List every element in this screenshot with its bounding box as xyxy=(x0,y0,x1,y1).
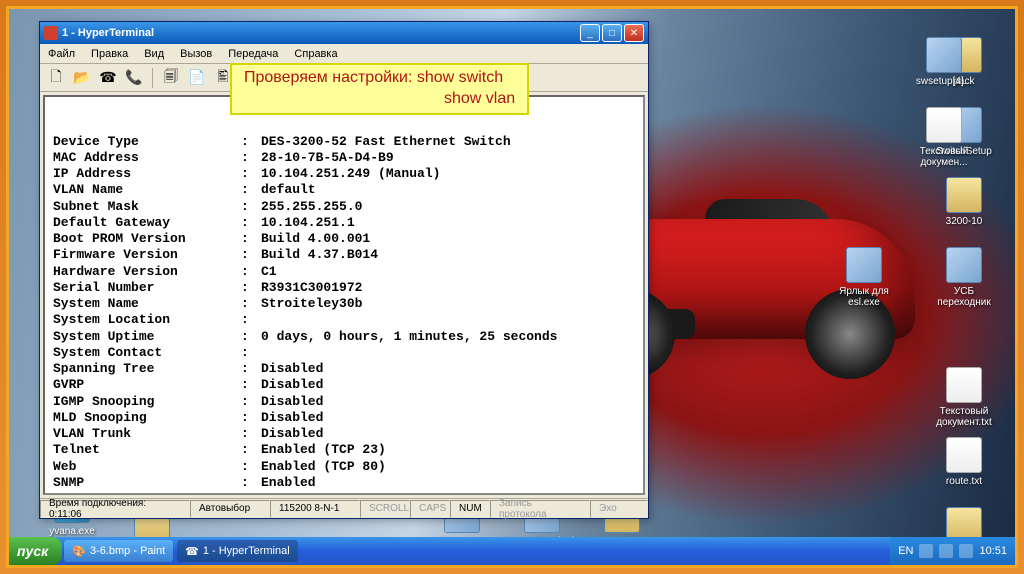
terminal-row: Subnet Mask: 255.255.255.0 xyxy=(53,199,635,215)
desktop-icon-textdoc[interactable]: Текстовый документ.txt xyxy=(929,367,999,428)
toolbar-open-icon[interactable]: 📂 xyxy=(72,68,92,88)
toolbar-new-icon[interactable]: 🗋 xyxy=(46,68,66,88)
toolbar-call-icon[interactable]: 📞 xyxy=(124,68,144,88)
status-connection-time: Время подключения: 0:11:06 xyxy=(40,500,190,518)
terminal-row: VLAN Name: default xyxy=(53,182,635,198)
maximize-button[interactable]: □ xyxy=(602,24,622,42)
statusbar: Время подключения: 0:11:06 Автовыбор 115… xyxy=(40,498,648,518)
status-caps: CAPS xyxy=(410,500,450,518)
status-echo: Эхо xyxy=(590,500,648,518)
menu-transfer[interactable]: Передача xyxy=(224,46,282,62)
app-icon xyxy=(44,26,58,40)
toolbar-disconnect-icon[interactable]: ☎ xyxy=(98,68,118,88)
terminal-row: IGMP Snooping: Disabled xyxy=(53,394,635,410)
terminal-row: SNMP: Enabled xyxy=(53,475,635,491)
minimize-button[interactable]: _ xyxy=(580,24,600,42)
terminal-output[interactable]: Device Type: DES-3200-52 Fast Ethernet S… xyxy=(43,95,645,495)
close-button[interactable]: ✕ xyxy=(624,24,644,42)
desktop-icon-3200-10[interactable]: 3200-10 xyxy=(929,177,999,227)
terminal-row: MAC Address: 28-10-7B-5A-D4-B9 xyxy=(53,150,635,166)
menu-edit[interactable]: Правка xyxy=(87,46,132,62)
terminal-row: Default Gateway: 10.104.251.1 xyxy=(53,215,635,231)
terminal-row: System Location: xyxy=(53,312,635,328)
desktop-icon-esl[interactable]: Ярлык для esl.exe xyxy=(829,247,899,308)
window-title: 1 - HyperTerminal xyxy=(62,27,580,39)
taskbar-item-hyperterminal[interactable]: ☎1 - HyperTerminal xyxy=(177,540,298,562)
terminal-row: Device Type: DES-3200-52 Fast Ethernet S… xyxy=(53,134,635,150)
terminal-row: System Uptime: 0 days, 0 hours, 1 minute… xyxy=(53,329,635,345)
menu-call[interactable]: Вызов xyxy=(176,46,216,62)
desktop-icon-swsetup4[interactable]: swsetup[4]... xyxy=(909,37,979,87)
terminal-row: Firmware Version: Build 4.37.B014 xyxy=(53,247,635,263)
menu-view[interactable]: Вид xyxy=(140,46,168,62)
terminal-row: System Contact: xyxy=(53,345,635,361)
terminal-row: IP Address: 10.104.251.249 (Manual) xyxy=(53,166,635,182)
terminal-row: VLAN Trunk: Disabled xyxy=(53,426,635,442)
terminal-row: Boot PROM Version: Build 4.00.001 xyxy=(53,231,635,247)
terminal-row: GVRP: Disabled xyxy=(53,377,635,393)
hyperterminal-window: 1 - HyperTerminal _ □ ✕ Файл Правка Вид … xyxy=(39,21,649,519)
status-protocol: Запись протокола xyxy=(490,500,590,518)
menubar: Файл Правка Вид Вызов Передача Справка xyxy=(40,44,648,64)
desktop-icon-usb[interactable]: УСБ переходник xyxy=(929,247,999,308)
status-auto: Автовыбор xyxy=(190,500,270,518)
terminal-row: Telnet: Enabled (TCP 23) xyxy=(53,442,635,458)
menu-help[interactable]: Справка xyxy=(290,46,341,62)
terminal-row: System Name: Stroiteley30b xyxy=(53,296,635,312)
toolbar-send-icon[interactable]: 🗐 xyxy=(161,68,181,88)
tray-icon[interactable] xyxy=(959,544,973,558)
status-scroll: SCROLL xyxy=(360,500,410,518)
system-tray[interactable]: EN 10:51 xyxy=(890,537,1015,565)
status-params: 115200 8-N-1 xyxy=(270,500,360,518)
titlebar[interactable]: 1 - HyperTerminal _ □ ✕ xyxy=(40,22,648,44)
tray-clock[interactable]: 10:51 xyxy=(979,545,1007,557)
tray-icon[interactable] xyxy=(919,544,933,558)
tray-icon[interactable] xyxy=(939,544,953,558)
desktop-icon-route[interactable]: route.txt xyxy=(929,437,999,487)
taskbar-item-paint[interactable]: 🎨3-6.bmp - Paint xyxy=(64,540,173,562)
status-num: NUM xyxy=(450,500,490,518)
toolbar-receive-icon[interactable]: 📄 xyxy=(187,68,207,88)
menu-file[interactable]: Файл xyxy=(44,46,79,62)
terminal-row: Serial Number: R3931C3001972 xyxy=(53,280,635,296)
toolbar: 🗋 📂 ☎ 📞 🗐 📄 🖺 Проверяем настройки: show … xyxy=(40,64,648,92)
start-button[interactable]: пуск xyxy=(9,537,62,565)
desktop-icon-textdoc2[interactable]: Текстовый докумен... xyxy=(909,107,979,168)
annotation-box: Проверяем настройки: show switch show vl… xyxy=(230,63,529,115)
taskbar: пуск 🎨3-6.bmp - Paint ☎1 - HyperTerminal… xyxy=(9,537,1015,565)
terminal-row: MLD Snooping: Disabled xyxy=(53,410,635,426)
terminal-row: Web: Enabled (TCP 80) xyxy=(53,459,635,475)
terminal-row: Spanning Tree: Disabled xyxy=(53,361,635,377)
terminal-row: Hardware Version: C1 xyxy=(53,264,635,280)
tray-lang[interactable]: EN xyxy=(898,545,913,557)
